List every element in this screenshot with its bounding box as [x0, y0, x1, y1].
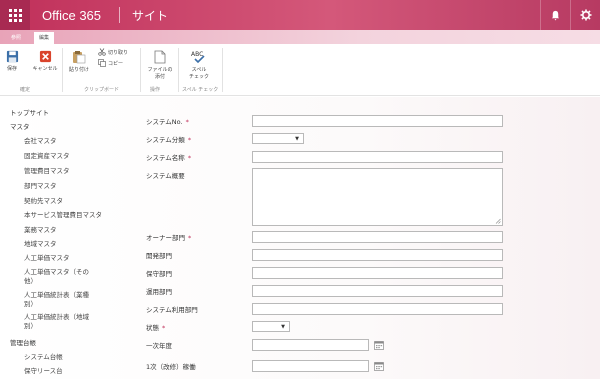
ribbon-tab-bar: 参照 編集: [0, 30, 600, 44]
system-type-select[interactable]: ▼: [252, 133, 304, 144]
cancel-icon: [39, 50, 51, 63]
first-year-input[interactable]: [252, 339, 369, 351]
label-second-update: 1次（改修）稼働: [146, 363, 196, 371]
nav-item-labor-stats-region-2[interactable]: 別）: [24, 322, 37, 331]
save-icon: [6, 50, 18, 63]
nav-item-expense-master[interactable]: 管理費目マスタ: [24, 167, 70, 176]
label-first-year: 一次年度: [146, 342, 172, 350]
ribbon-divider: [178, 48, 179, 92]
nav-item-labor-rate-other-1[interactable]: 人工単価マスタ（その: [24, 268, 89, 277]
label-maint-dept: 保守部門: [146, 270, 172, 278]
group-commit-label: 確定: [20, 87, 31, 93]
scissors-icon: [98, 48, 106, 56]
document-icon: [154, 50, 166, 64]
dev-dept-input[interactable]: [252, 249, 503, 261]
label-dev-dept: 開発部門: [146, 252, 172, 260]
attach-file-button[interactable]: ファイルの 添付: [144, 50, 176, 80]
bell-icon[interactable]: [540, 0, 570, 30]
nav-item-labor-stats-industry-2[interactable]: 別）: [24, 300, 37, 309]
gear-icon[interactable]: [570, 0, 600, 30]
spelling-button[interactable]: ABC スペル チェック: [182, 50, 216, 80]
title-separator: [119, 7, 121, 23]
suite-bar: Office 365 サイト: [0, 0, 600, 30]
paste-button[interactable]: 貼り付け: [66, 50, 92, 73]
copy-label: コピー: [108, 60, 124, 67]
paste-icon: [73, 51, 86, 64]
nav-item-contractor-master[interactable]: 契約先マスタ: [24, 197, 63, 206]
ops-dept-input[interactable]: [252, 285, 503, 297]
spelling-label-1: スペル: [191, 67, 207, 73]
svg-text:ABC: ABC: [191, 51, 203, 58]
cancel-button[interactable]: キャンセル: [28, 50, 62, 72]
attach-file-label-2: 添付: [154, 74, 165, 80]
spell-check-icon: ABC: [191, 51, 205, 64]
attach-file-label-1: ファイルの: [147, 67, 173, 73]
label-owner-dept: オーナー部門 *: [146, 234, 192, 242]
nav-item-lease-ledger[interactable]: 保守リース台: [24, 367, 63, 376]
nav-top-site[interactable]: トップサイト: [10, 109, 49, 118]
tab-browse[interactable]: 参照: [6, 32, 26, 44]
resize-handle-icon[interactable]: [495, 218, 501, 224]
save-button[interactable]: 保存: [4, 50, 20, 72]
label-status: 状態 *: [146, 324, 166, 332]
paste-label: 貼り付け: [68, 67, 89, 73]
nav-item-service-expense-master[interactable]: 本サービス管理費目マスタ: [24, 211, 102, 220]
status-select[interactable]: ▼: [252, 321, 290, 332]
nav-item-labor-stats-industry-1[interactable]: 人工単価統計表（業種: [24, 291, 89, 300]
nav-item-fixed-asset-master[interactable]: 固定資産マスタ: [24, 152, 70, 161]
ribbon-divider: [140, 48, 141, 92]
nav-item-region-master[interactable]: 地域マスタ: [24, 240, 57, 249]
label-system-name: システム名称 *: [146, 154, 192, 162]
chevron-down-icon: ▼: [295, 136, 299, 142]
nav-item-labor-rate-other-2[interactable]: 他）: [24, 277, 37, 286]
user-dept-input[interactable]: [252, 303, 503, 315]
tab-edit[interactable]: 編集: [34, 32, 55, 44]
nav-item-company-master[interactable]: 会社マスタ: [24, 137, 57, 146]
group-actions-label: 操作: [150, 87, 161, 93]
label-system-overview: システム概要: [146, 172, 185, 180]
calendar-icon[interactable]: [374, 361, 384, 371]
site-title[interactable]: サイト: [132, 7, 168, 24]
label-ops-dept: 運用部門: [146, 288, 172, 296]
ribbon-divider: [62, 48, 63, 92]
nav-item-labor-stats-region-1[interactable]: 人工単価統計表（地域: [24, 313, 89, 322]
nav-master[interactable]: マスタ: [10, 123, 30, 132]
copy-icon: [98, 59, 106, 67]
cut-label: 切り取り: [108, 49, 129, 56]
content-area: トップサイト マスタ 会社マスタ 固定資産マスタ 管理費目マスタ 部門マスタ 契…: [0, 97, 600, 379]
waffle-icon[interactable]: [0, 0, 30, 30]
nav-item-labor-rate-master[interactable]: 人工単価マスタ: [24, 254, 70, 263]
group-spelling-label: スペル チェック: [182, 87, 219, 93]
ribbon: 保存 キャンセル 確定 貼り付け 切り取り コピー クリップボード ファイルの …: [0, 44, 600, 96]
nav-item-business-master[interactable]: 業務マスタ: [24, 226, 57, 235]
ribbon-divider: [222, 48, 223, 92]
system-no-input[interactable]: [252, 115, 503, 127]
label-system-no: システムNo. *: [146, 118, 189, 126]
brand-title[interactable]: Office 365: [42, 8, 101, 23]
save-label: 保存: [6, 66, 17, 72]
chevron-down-icon: ▼: [281, 324, 285, 330]
calendar-icon[interactable]: [374, 340, 384, 350]
nav-item-dept-master[interactable]: 部門マスタ: [24, 182, 57, 191]
owner-dept-input[interactable]: [252, 231, 503, 243]
group-clipboard-label: クリップボード: [84, 87, 120, 93]
nav-ledger[interactable]: 管理台帳: [10, 339, 36, 348]
cut-button[interactable]: 切り取り: [98, 48, 128, 56]
spelling-label-2: チェック: [188, 74, 209, 80]
nav-item-system-ledger[interactable]: システム台帳: [24, 353, 63, 362]
second-update-input[interactable]: [252, 360, 369, 372]
copy-button[interactable]: コピー: [98, 59, 123, 67]
cancel-label: キャンセル: [32, 66, 58, 72]
label-system-type: システム分類 *: [146, 136, 192, 144]
system-name-input[interactable]: [252, 151, 503, 163]
maint-dept-input[interactable]: [252, 267, 503, 279]
system-overview-textarea[interactable]: [252, 168, 503, 226]
label-user-dept: システム利用部門: [146, 306, 198, 314]
